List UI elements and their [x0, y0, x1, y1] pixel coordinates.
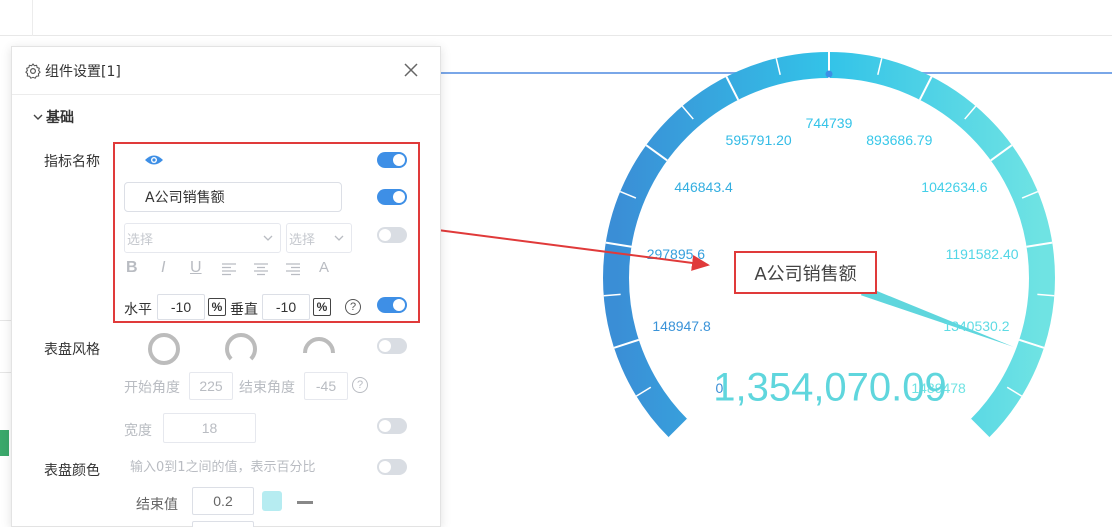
bold-button[interactable]: B	[126, 259, 138, 277]
underline-button[interactable]: U	[190, 259, 202, 277]
horizontal-label: 水平	[124, 302, 152, 318]
panel-title: 组件设置[1]	[45, 63, 121, 80]
width-switch[interactable]	[377, 418, 407, 434]
align-center-icon[interactable]	[253, 262, 269, 276]
vertical-label: 垂直	[230, 302, 258, 318]
offset-switch[interactable]	[377, 297, 407, 313]
width-input[interactable]: 18	[163, 413, 256, 443]
panel-header: 组件设置[1]	[12, 47, 440, 95]
align-right-icon[interactable]	[285, 262, 301, 276]
section-basic-header[interactable]: 基础	[32, 107, 74, 127]
chevron-down-icon	[263, 235, 273, 241]
show-name-switch[interactable]	[377, 152, 407, 168]
end-angle-input[interactable]: -45	[304, 372, 348, 400]
next-stop-input[interactable]	[192, 521, 254, 527]
gear-icon	[25, 62, 41, 79]
start-angle-input[interactable]: 225	[189, 372, 233, 400]
dial-color-switch[interactable]	[377, 459, 407, 475]
font-size-select[interactable]: 选择	[286, 223, 352, 253]
dial-style-half-icon[interactable]	[301, 331, 337, 367]
dial-style-switch[interactable]	[377, 338, 407, 354]
end-value-input[interactable]: 0.2	[192, 487, 254, 515]
indicator-name-label: 指标名称	[44, 154, 100, 170]
start-angle-label: 开始角度	[124, 380, 180, 396]
font-family-select-value: 选择	[127, 232, 154, 248]
chevron-down-icon	[334, 235, 344, 241]
dial-style-three-quarter-icon[interactable]	[223, 331, 259, 367]
dial-color-hint: 输入0到1之间的值，表示百分比	[130, 460, 316, 475]
section-basic-label: 基础	[46, 110, 74, 126]
font-color-button[interactable]: A	[319, 259, 329, 276]
dial-style-full-icon[interactable]	[146, 331, 182, 367]
italic-button[interactable]: I	[161, 259, 165, 277]
horizontal-percent-toggle[interactable]: %	[208, 298, 226, 316]
end-color-swatch[interactable]	[262, 491, 282, 511]
chevron-down-icon	[33, 114, 43, 120]
font-family-select[interactable]: 选择	[124, 223, 281, 253]
remove-stop-icon[interactable]	[297, 501, 313, 504]
font-size-select-value: 选择	[289, 232, 316, 248]
component-settings-panel: 组件设置[1] 基础 指标名称 A公司销售额 选择 选择 B I U A 水平 …	[11, 46, 441, 527]
end-value-label: 结束值	[136, 497, 178, 513]
width-label: 宽度	[124, 423, 152, 439]
name-input[interactable]: A公司销售额	[124, 182, 342, 212]
name-text-switch[interactable]	[377, 189, 407, 205]
dial-color-label: 表盘颜色	[44, 463, 100, 479]
horizontal-offset-input[interactable]: -10	[157, 294, 205, 320]
font-switch[interactable]	[377, 227, 407, 243]
angle-help-icon[interactable]: ?	[352, 377, 368, 393]
vertical-offset-input[interactable]: -10	[262, 294, 310, 320]
vertical-percent-toggle[interactable]: %	[313, 298, 331, 316]
end-angle-label: 结束角度	[239, 380, 295, 396]
eye-icon[interactable]	[144, 153, 164, 167]
dial-style-label: 表盘风格	[44, 342, 100, 358]
close-icon[interactable]	[402, 61, 420, 79]
offset-help-icon[interactable]: ?	[345, 299, 361, 315]
align-left-icon[interactable]	[221, 262, 237, 276]
